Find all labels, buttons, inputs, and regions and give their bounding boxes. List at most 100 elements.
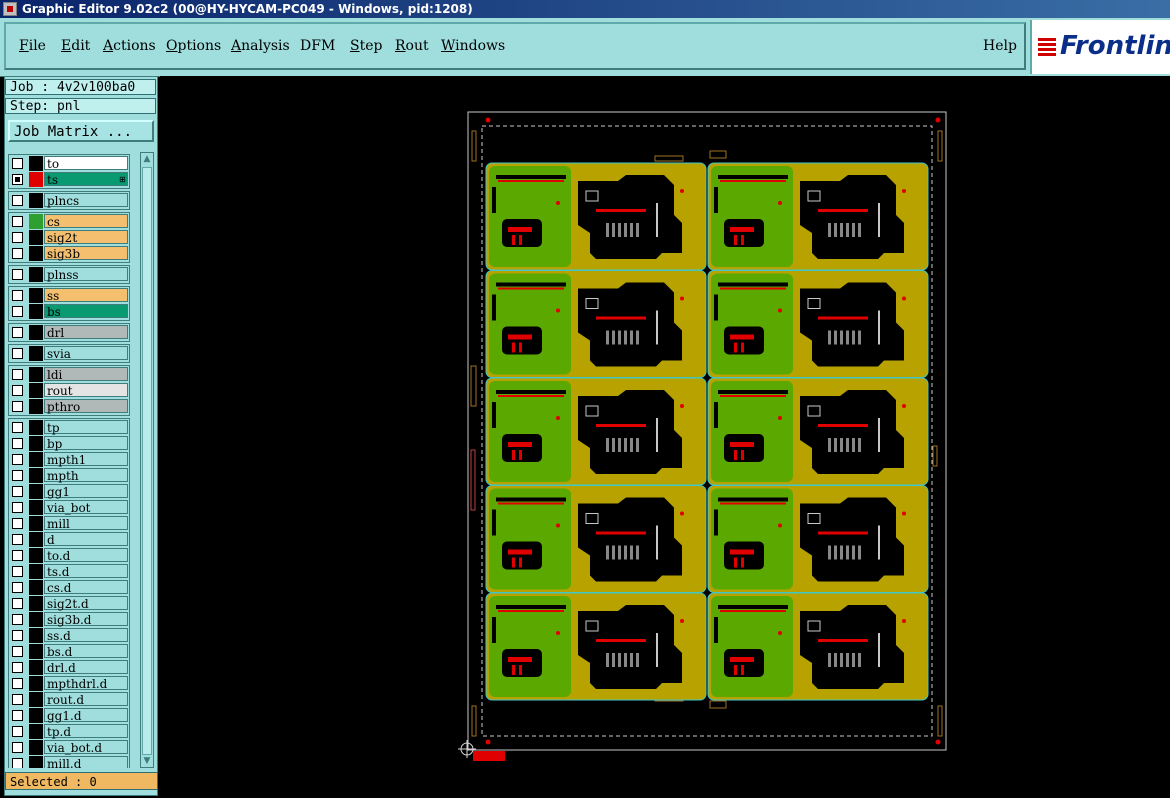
- layer-color-swatch[interactable]: [29, 692, 43, 707]
- layer-row[interactable]: ss: [8, 288, 130, 303]
- layer-color-swatch[interactable]: [29, 214, 43, 229]
- layer-name[interactable]: rout.d: [44, 692, 128, 707]
- layer-checkbox[interactable]: [12, 248, 23, 259]
- layer-color-swatch[interactable]: [29, 484, 43, 499]
- layer-name[interactable]: cs.d: [44, 580, 128, 595]
- layer-row[interactable]: to.d: [8, 548, 130, 563]
- layer-checkbox[interactable]: [12, 518, 23, 529]
- layer-row[interactable]: rout: [8, 383, 130, 398]
- layer-name[interactable]: mill: [44, 516, 128, 531]
- layer-checkbox[interactable]: [12, 566, 23, 577]
- layer-checkbox[interactable]: [12, 306, 23, 317]
- layer-list-scrollbar[interactable]: ▲ ▼: [140, 152, 154, 768]
- layer-color-swatch[interactable]: [29, 420, 43, 435]
- layer-row[interactable]: cs.d: [8, 580, 130, 595]
- layer-checkbox[interactable]: [12, 369, 23, 380]
- app-icon[interactable]: [3, 2, 17, 16]
- layer-color-swatch[interactable]: [29, 156, 43, 171]
- layer-row[interactable]: drl.d: [8, 660, 130, 675]
- layer-color-swatch[interactable]: [29, 383, 43, 398]
- layer-checkbox[interactable]: [12, 470, 23, 481]
- layer-checkbox[interactable]: [12, 327, 23, 338]
- layer-row[interactable]: ss.d: [8, 628, 130, 643]
- layer-row[interactable]: pthro: [8, 399, 130, 414]
- layer-row[interactable]: bp: [8, 436, 130, 451]
- layer-row[interactable]: gg1.d: [8, 708, 130, 723]
- layer-checkbox[interactable]: [12, 195, 23, 206]
- layer-color-swatch[interactable]: [29, 708, 43, 723]
- layer-color-swatch[interactable]: [29, 304, 43, 319]
- layer-color-swatch[interactable]: [29, 564, 43, 579]
- layer-row[interactable]: to: [8, 156, 130, 171]
- job-matrix-button[interactable]: Job Matrix ...: [8, 120, 154, 142]
- scroll-thumb[interactable]: [142, 167, 152, 755]
- layer-name[interactable]: plnss: [44, 267, 128, 282]
- menu-rout[interactable]: Rout: [395, 18, 429, 74]
- layer-checkbox[interactable]: [12, 694, 23, 705]
- layer-name[interactable]: bp: [44, 436, 128, 451]
- layer-color-swatch[interactable]: [29, 612, 43, 627]
- layer-color-swatch[interactable]: [29, 246, 43, 261]
- menu-windows[interactable]: Windows: [441, 18, 505, 74]
- layer-row[interactable]: mill: [8, 516, 130, 531]
- layer-name[interactable]: drl: [44, 325, 128, 340]
- layer-color-swatch[interactable]: [29, 172, 43, 187]
- layer-checkbox[interactable]: [12, 290, 23, 301]
- layer-checkbox[interactable]: [12, 502, 23, 513]
- layer-name[interactable]: sig3b: [44, 246, 128, 261]
- layer-name[interactable]: tp: [44, 420, 128, 435]
- layer-row[interactable]: tp: [8, 420, 130, 435]
- layer-row[interactable]: gg1: [8, 484, 130, 499]
- layer-name[interactable]: cs: [44, 214, 128, 229]
- layer-row[interactable]: via_bot.d: [8, 740, 130, 755]
- layer-row[interactable]: ts ⊞: [8, 172, 130, 187]
- layer-name[interactable]: sig3b.d: [44, 612, 128, 627]
- layer-color-swatch[interactable]: [29, 267, 43, 282]
- layer-checkbox[interactable]: [12, 401, 23, 412]
- layer-name[interactable]: to.d: [44, 548, 128, 563]
- layer-checkbox[interactable]: [12, 598, 23, 609]
- layer-checkbox[interactable]: [12, 534, 23, 545]
- layer-name[interactable]: bs.d: [44, 644, 128, 659]
- layer-name[interactable]: plncs: [44, 193, 128, 208]
- layer-row[interactable]: plncs: [8, 193, 130, 208]
- layer-name[interactable]: bs: [44, 304, 128, 319]
- layer-name[interactable]: mpthdrl.d: [44, 676, 128, 691]
- layer-row[interactable]: sig3b: [8, 246, 130, 261]
- layer-row[interactable]: mpth1: [8, 452, 130, 467]
- layer-color-swatch[interactable]: [29, 596, 43, 611]
- layer-name[interactable]: ts.d: [44, 564, 128, 579]
- layer-checkbox[interactable]: [12, 385, 23, 396]
- layer-name[interactable]: ss.d: [44, 628, 128, 643]
- layer-row[interactable]: bs: [8, 304, 130, 319]
- layer-name[interactable]: rout: [44, 383, 128, 398]
- menu-file[interactable]: File: [19, 18, 46, 74]
- layer-color-swatch[interactable]: [29, 740, 43, 755]
- layer-checkbox[interactable]: [12, 422, 23, 433]
- layer-color-swatch[interactable]: [29, 288, 43, 303]
- layer-checkbox[interactable]: [12, 582, 23, 593]
- layer-row[interactable]: ts.d: [8, 564, 130, 579]
- layer-row[interactable]: mpthdrl.d: [8, 676, 130, 691]
- layer-color-swatch[interactable]: [29, 548, 43, 563]
- layer-name[interactable]: mill.d: [44, 756, 128, 768]
- menu-actions[interactable]: Actions: [103, 18, 156, 74]
- layer-row[interactable]: d: [8, 532, 130, 547]
- layer-row[interactable]: svia: [8, 346, 130, 361]
- layer-color-swatch[interactable]: [29, 346, 43, 361]
- layer-color-swatch[interactable]: [29, 628, 43, 643]
- layer-color-swatch[interactable]: [29, 756, 43, 768]
- layer-checkbox[interactable]: [12, 630, 23, 641]
- layer-checkbox[interactable]: [12, 550, 23, 561]
- layer-color-swatch[interactable]: [29, 452, 43, 467]
- menu-edit[interactable]: Edit: [61, 18, 90, 74]
- layer-name[interactable]: ts: [44, 172, 128, 187]
- layer-color-swatch[interactable]: [29, 325, 43, 340]
- layer-name[interactable]: gg1.d: [44, 708, 128, 723]
- layer-checkbox[interactable]: [12, 174, 23, 185]
- scroll-down-arrow-icon[interactable]: ▼: [141, 755, 153, 767]
- layer-checkbox[interactable]: [12, 758, 23, 768]
- layer-checkbox[interactable]: [12, 269, 23, 280]
- layer-checkbox[interactable]: [12, 662, 23, 673]
- menu-help[interactable]: Help: [983, 18, 1017, 74]
